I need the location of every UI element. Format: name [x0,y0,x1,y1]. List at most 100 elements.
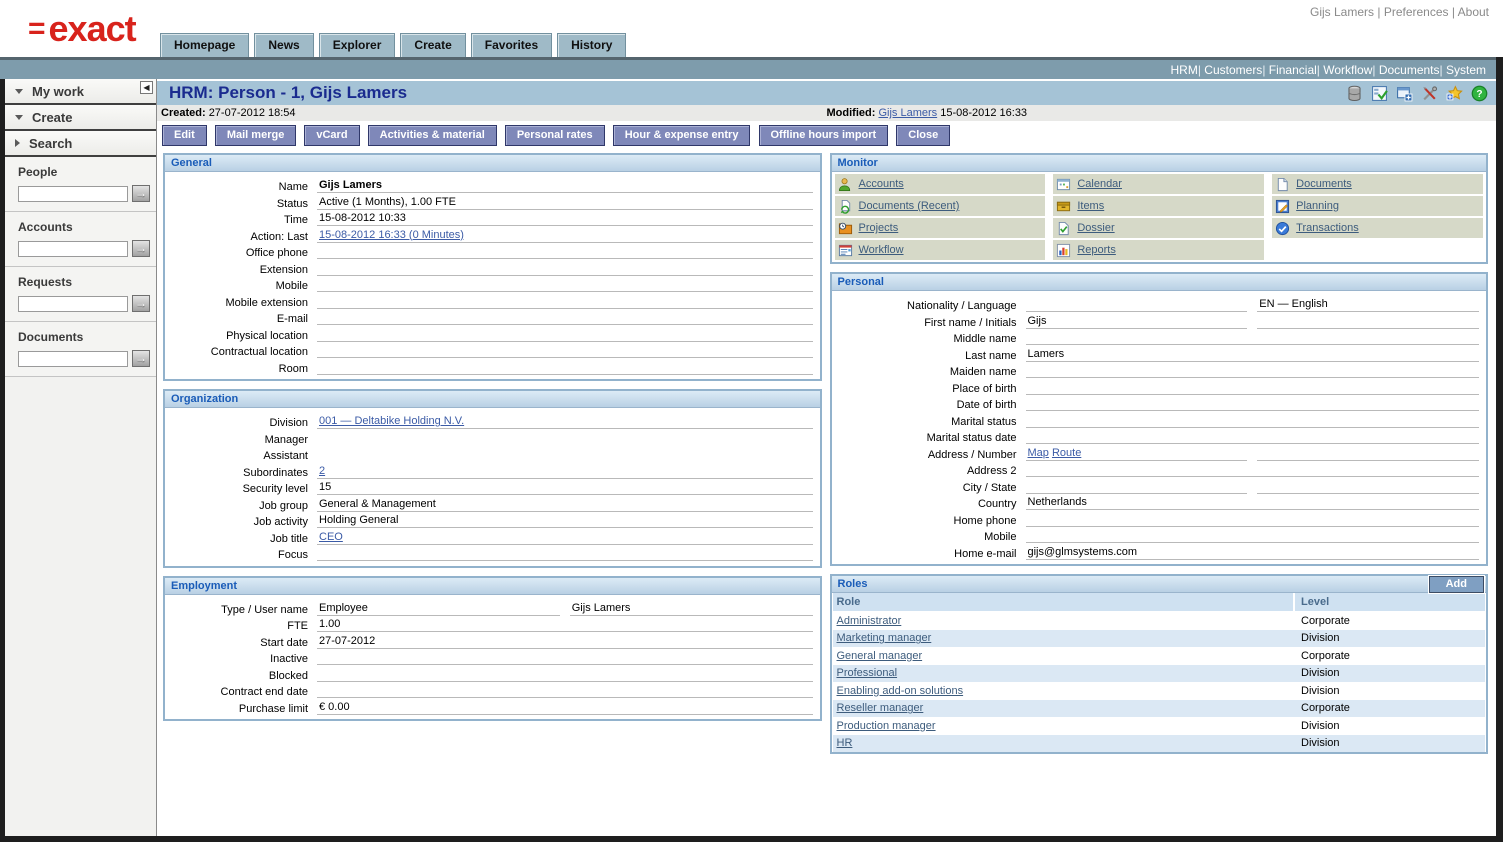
customize-icon[interactable] [1421,85,1438,102]
preferences-link[interactable]: Preferences [1374,5,1449,19]
map-link[interactable]: Map [1028,447,1049,459]
module-workflow[interactable]: Workflow [1317,63,1373,77]
created-modified-bar: Created: 27-07-2012 18:54 Modified: Gijs… [157,105,1496,121]
modified-label: Modified: [827,107,876,119]
monitor-item-transactions[interactable]: Transactions [1272,218,1483,238]
focus-value [317,547,813,561]
module-financial[interactable]: Financial [1262,63,1316,77]
route-link[interactable]: Route [1052,447,1081,459]
user-name-link[interactable]: Gijs Lamers [1310,5,1374,19]
role-link[interactable]: Marketing manager [837,632,932,644]
module-customers[interactable]: Customers [1198,63,1262,77]
last-name-value: Lamers [1026,348,1480,362]
role-link[interactable]: Administrator [837,615,902,627]
monitor-item-documents[interactable]: Documents [1272,174,1483,194]
table-row: General managerCorporate [833,647,1486,665]
main-area: ◀ My work Create Search People [0,79,1496,836]
subordinates-link[interactable]: 2 [319,465,325,477]
room-value [317,361,813,375]
role-link[interactable]: Enabling add-on solutions [837,685,964,697]
role-link[interactable]: General manager [837,650,923,662]
tab-create[interactable]: Create [400,33,465,57]
right-arrow-icon[interactable]: → [132,350,150,367]
add-favorite-icon[interactable] [1446,85,1463,102]
monitor-item-items[interactable]: Items [1053,196,1264,216]
help-icon[interactable]: ? [1471,85,1488,102]
role-link[interactable]: Production manager [837,720,936,732]
requests-search-input[interactable] [18,296,128,312]
monitor-item-dossier[interactable]: Dossier [1053,218,1264,238]
right-arrow-icon[interactable]: → [132,185,150,202]
last-action-link[interactable]: 15-08-2012 16:33 (0 Minutes) [319,229,464,241]
user-links: Gijs LamersPreferencesAbout [1310,5,1489,19]
personal-rates-button[interactable]: Personal rates [505,125,605,146]
modified-user-link[interactable]: Gijs Lamers [878,107,937,119]
division-link[interactable]: 001 — Deltabike Holding N.V. [319,415,464,427]
monitor-item-calendar[interactable]: Calendar [1053,174,1264,194]
tab-homepage[interactable]: Homepage [160,33,249,57]
hour-expense-entry-button[interactable]: Hour & expense entry [613,125,751,146]
monitor-item-accounts[interactable]: Accounts [835,174,1046,194]
module-documents[interactable]: Documents [1372,63,1439,77]
sidebar-panel-create[interactable]: Create [5,105,156,131]
documents-search-input[interactable] [18,351,128,367]
monitor-item-reports[interactable]: Reports [1053,240,1264,260]
role-link[interactable]: Reseller manager [837,702,924,714]
job-title-link[interactable]: CEO [319,531,343,543]
add-role-button[interactable]: Add [1429,576,1484,593]
sidebar-collapse-button[interactable]: ◀ [140,81,153,94]
close-button[interactable]: Close [896,125,950,146]
tab-history[interactable]: History [557,33,626,57]
field-row: Physical location [167,326,813,342]
dossier-check-icon [1056,221,1071,236]
validate-icon[interactable] [1371,85,1388,102]
job-activity-value: Holding General [317,514,813,528]
address-value: Map Route [1026,447,1248,461]
sidebar-panel-search[interactable]: Search [5,131,156,157]
module-system[interactable]: System [1440,63,1486,77]
tab-favorites[interactable]: Favorites [471,33,552,57]
monitor-item-planning[interactable]: Planning [1272,196,1483,216]
vcard-button[interactable]: vCard [304,125,359,146]
role-link[interactable]: HR [837,737,853,749]
field-row: Date of birth [834,395,1480,411]
edit-button[interactable]: Edit [162,125,207,146]
sidebar-panel-my-work[interactable]: My work [5,79,156,105]
search-group-accounts: Accounts → [5,212,156,267]
role-link[interactable]: Professional [837,667,898,679]
tab-explorer[interactable]: Explorer [319,33,396,57]
monitor-item-projects[interactable]: Projects [835,218,1046,238]
tab-news[interactable]: News [254,33,313,57]
right-arrow-icon[interactable]: → [132,240,150,257]
database-icon[interactable] [1346,85,1363,102]
maiden-name-value [1026,364,1480,378]
monitor-item-documents-recent[interactable]: Documents (Recent) [835,196,1046,216]
field-row: FTE1.00 [167,616,813,632]
new-window-icon[interactable] [1396,85,1413,102]
logo-wordmark: exact [49,8,136,50]
address2-value [1026,463,1480,477]
title-icon-toolbar: ? [1346,85,1488,102]
physical-location-value [317,328,813,342]
module-hrm[interactable]: HRM [1171,63,1198,77]
mail-merge-button[interactable]: Mail merge [215,125,296,146]
role-level: Division [1295,632,1485,644]
action-toolbar: Edit Mail merge vCard Activities & mater… [157,121,1496,151]
offline-hours-import-button[interactable]: Offline hours import [759,125,889,146]
search-group-documents: Documents → [5,322,156,377]
search-group-label: Requests [18,275,156,289]
accounts-search-input[interactable] [18,241,128,257]
people-search-input[interactable] [18,186,128,202]
items-box-icon [1056,199,1071,214]
field-row: Maiden name [834,362,1480,378]
modified-info: Modified: Gijs Lamers 15-08-2012 16:33 [827,107,1497,119]
right-column: Monitor Accounts Calendar Documents Docu… [830,153,1489,762]
activities-material-button[interactable]: Activities & material [368,125,497,146]
right-arrow-icon[interactable]: → [132,295,150,312]
chevron-down-icon [15,115,23,120]
role-level: Division [1295,737,1485,749]
monitor-item-workflow[interactable]: Workflow [835,240,1046,260]
reports-chart-icon [1056,243,1071,258]
language-value: EN — English [1257,298,1479,312]
about-link[interactable]: About [1449,5,1489,19]
